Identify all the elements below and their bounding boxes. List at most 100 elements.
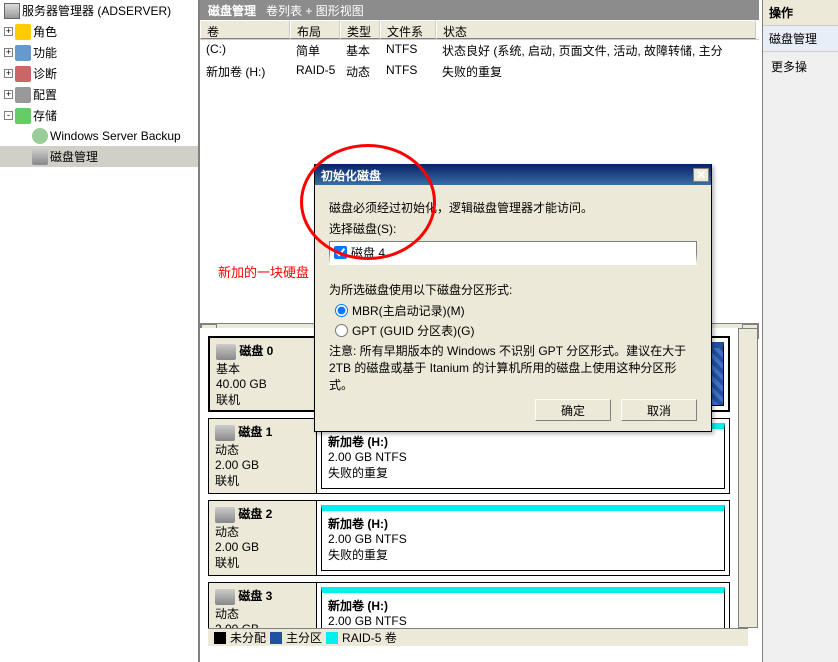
tree-node[interactable]: - 存储	[0, 105, 198, 126]
vol-status: 失败的重复	[328, 464, 718, 481]
expander-icon[interactable]: -	[4, 111, 13, 120]
close-button[interactable]: ✕	[693, 168, 709, 182]
volume-box[interactable]: 新加卷 (H:) 2.00 GB NTFS 失败的重复	[321, 505, 725, 571]
vol-size: 2.00 GB NTFS	[328, 532, 718, 546]
disk-kind: 动态	[215, 523, 310, 540]
disk-title: 磁盘 2	[238, 507, 272, 521]
dialog-body: 磁盘必须经过初始化，逻辑磁盘管理器才能访问。 选择磁盘(S): 磁盘 4 为所选…	[315, 185, 711, 407]
vol-status: 失败的重复	[328, 546, 718, 563]
server-icon	[4, 3, 20, 19]
expander-icon[interactable]: +	[4, 90, 13, 99]
actions-header: 操作	[763, 0, 838, 26]
disk-icon	[216, 344, 236, 360]
disk4-checkbox[interactable]	[334, 246, 347, 259]
legend-raid5-swatch	[326, 632, 338, 644]
cell: 动态	[340, 63, 380, 80]
storage-icon	[15, 108, 31, 124]
volume-row[interactable]: 新加卷 (H:)RAID-5动态NTFS失败的重复	[200, 61, 759, 82]
tree-node-child[interactable]: 磁盘管理	[0, 146, 198, 167]
disk-info: 磁盘 1 动态 2.00 GB 联机	[209, 419, 317, 493]
annotation-text: 新加的一块硬盘	[218, 262, 309, 281]
expander-icon[interactable]: +	[4, 27, 13, 36]
close-icon: ✕	[696, 168, 706, 182]
vscrollbar[interactable]	[738, 328, 758, 628]
cell: 失败的重复	[436, 63, 756, 80]
backup-icon	[32, 128, 48, 144]
legend-unalloc-swatch	[214, 632, 226, 644]
partition-style-label: 为所选磁盘使用以下磁盘分区形式:	[329, 281, 697, 298]
column-header[interactable]: 状态	[436, 20, 756, 39]
disk-icon	[32, 149, 48, 165]
dialog-note: 注意: 所有早期版本的 Windows 不识别 GPT 分区形式。建议在大于2T…	[329, 343, 697, 393]
mbr-row[interactable]: MBR(主启动记录)(M)	[335, 302, 697, 319]
cancel-button[interactable]: 取消	[621, 399, 697, 421]
actions-panel: 操作 磁盘管理 更多操	[762, 0, 838, 662]
vol-name: 新加卷 (H:)	[328, 597, 718, 614]
vol-size: 2.00 GB NTFS	[328, 450, 718, 464]
disk-title: 磁盘 3	[238, 589, 272, 603]
volume-box[interactable]: 新加卷 (H:) 2.00 GB NTFS 失败的重复	[321, 423, 725, 489]
disk-icon	[215, 425, 235, 441]
disk-state: 联机	[216, 391, 311, 408]
disk-kind: 动态	[215, 441, 310, 458]
tree-label: 配置	[33, 86, 57, 103]
disk-kind: 基本	[216, 360, 311, 377]
feature-icon	[15, 45, 31, 61]
disk-icon	[215, 507, 235, 523]
dialog-titlebar: 初始化磁盘 ✕	[315, 165, 711, 185]
column-header[interactable]: 卷	[200, 20, 290, 39]
vol-name: 新加卷 (H:)	[328, 515, 718, 532]
role-icon	[15, 24, 31, 40]
volume-list-header: 卷布局类型文件系统状态	[200, 20, 759, 40]
tree-node[interactable]: + 角色	[0, 21, 198, 42]
disk-header-sub: 卷列表 + 图形视图	[266, 2, 364, 19]
config-icon	[15, 87, 31, 103]
disk-mgmt-header: 磁盘管理 卷列表 + 图形视图	[200, 0, 759, 20]
column-header[interactable]: 文件系统	[380, 20, 436, 39]
legend-primary: 主分区	[286, 629, 322, 646]
column-header[interactable]: 类型	[340, 20, 380, 39]
disk-title: 磁盘 0	[239, 344, 273, 358]
ok-button[interactable]: 确定	[535, 399, 611, 421]
tree-label: 角色	[33, 23, 57, 40]
vol-name: 新加卷 (H:)	[328, 433, 718, 450]
disk-block[interactable]: 磁盘 2 动态 2.00 GB 联机新加卷 (H:) 2.00 GB NTFS …	[208, 500, 730, 576]
cell: 基本	[340, 42, 380, 59]
diag-icon	[15, 66, 31, 82]
disk-info: 磁盘 2 动态 2.00 GB 联机	[209, 501, 317, 575]
disk-select-list[interactable]: 磁盘 4	[329, 241, 697, 265]
tree-label: 磁盘管理	[50, 148, 98, 165]
expander-icon[interactable]: +	[4, 48, 13, 57]
disk-size: 40.00 GB	[216, 377, 311, 391]
vol-size: 2.00 GB NTFS	[328, 614, 718, 628]
cell: RAID-5	[290, 63, 340, 80]
dialog-buttons: 确定 取消	[535, 399, 697, 421]
gpt-row[interactable]: GPT (GUID 分区表)(G)	[335, 322, 697, 339]
tree-root[interactable]: 服务器管理器 (ADSERVER)	[0, 0, 198, 21]
gpt-radio[interactable]	[335, 324, 348, 337]
mbr-radio[interactable]	[335, 304, 348, 317]
cell: NTFS	[380, 63, 436, 80]
cell: 简单	[290, 42, 340, 59]
tree-node-child[interactable]: Windows Server Backup	[0, 126, 198, 146]
disk-header-title: 磁盘管理	[208, 2, 256, 19]
tree-label: Windows Server Backup	[50, 129, 181, 143]
disk4-label: 磁盘 4	[351, 244, 385, 261]
disk-info: 磁盘 0 基本 40.00 GB 联机	[210, 338, 318, 410]
mbr-label: MBR(主启动记录)(M)	[352, 302, 465, 319]
tree-node[interactable]: + 诊断	[0, 63, 198, 84]
disk-option[interactable]: 磁盘 4	[330, 242, 696, 263]
column-header[interactable]: 布局	[290, 20, 340, 39]
tree-panel: 服务器管理器 (ADSERVER) + 角色+ 功能+ 诊断+ 配置- 存储 W…	[0, 0, 200, 662]
tree-label: 功能	[33, 44, 57, 61]
tree-node[interactable]: + 配置	[0, 84, 198, 105]
tree-node[interactable]: + 功能	[0, 42, 198, 63]
volume-row[interactable]: (C:)简单基本NTFS状态良好 (系统, 启动, 页面文件, 活动, 故障转储…	[200, 40, 759, 61]
init-disk-dialog: 初始化磁盘 ✕ 磁盘必须经过初始化，逻辑磁盘管理器才能访问。 选择磁盘(S): …	[314, 164, 712, 432]
actions-more[interactable]: 更多操	[763, 52, 838, 81]
disk-title: 磁盘 1	[238, 425, 272, 439]
expander-icon[interactable]: +	[4, 69, 13, 78]
tree-label: 存储	[33, 107, 57, 124]
tree-label: 诊断	[33, 65, 57, 82]
disk-state: 联机	[215, 472, 310, 489]
